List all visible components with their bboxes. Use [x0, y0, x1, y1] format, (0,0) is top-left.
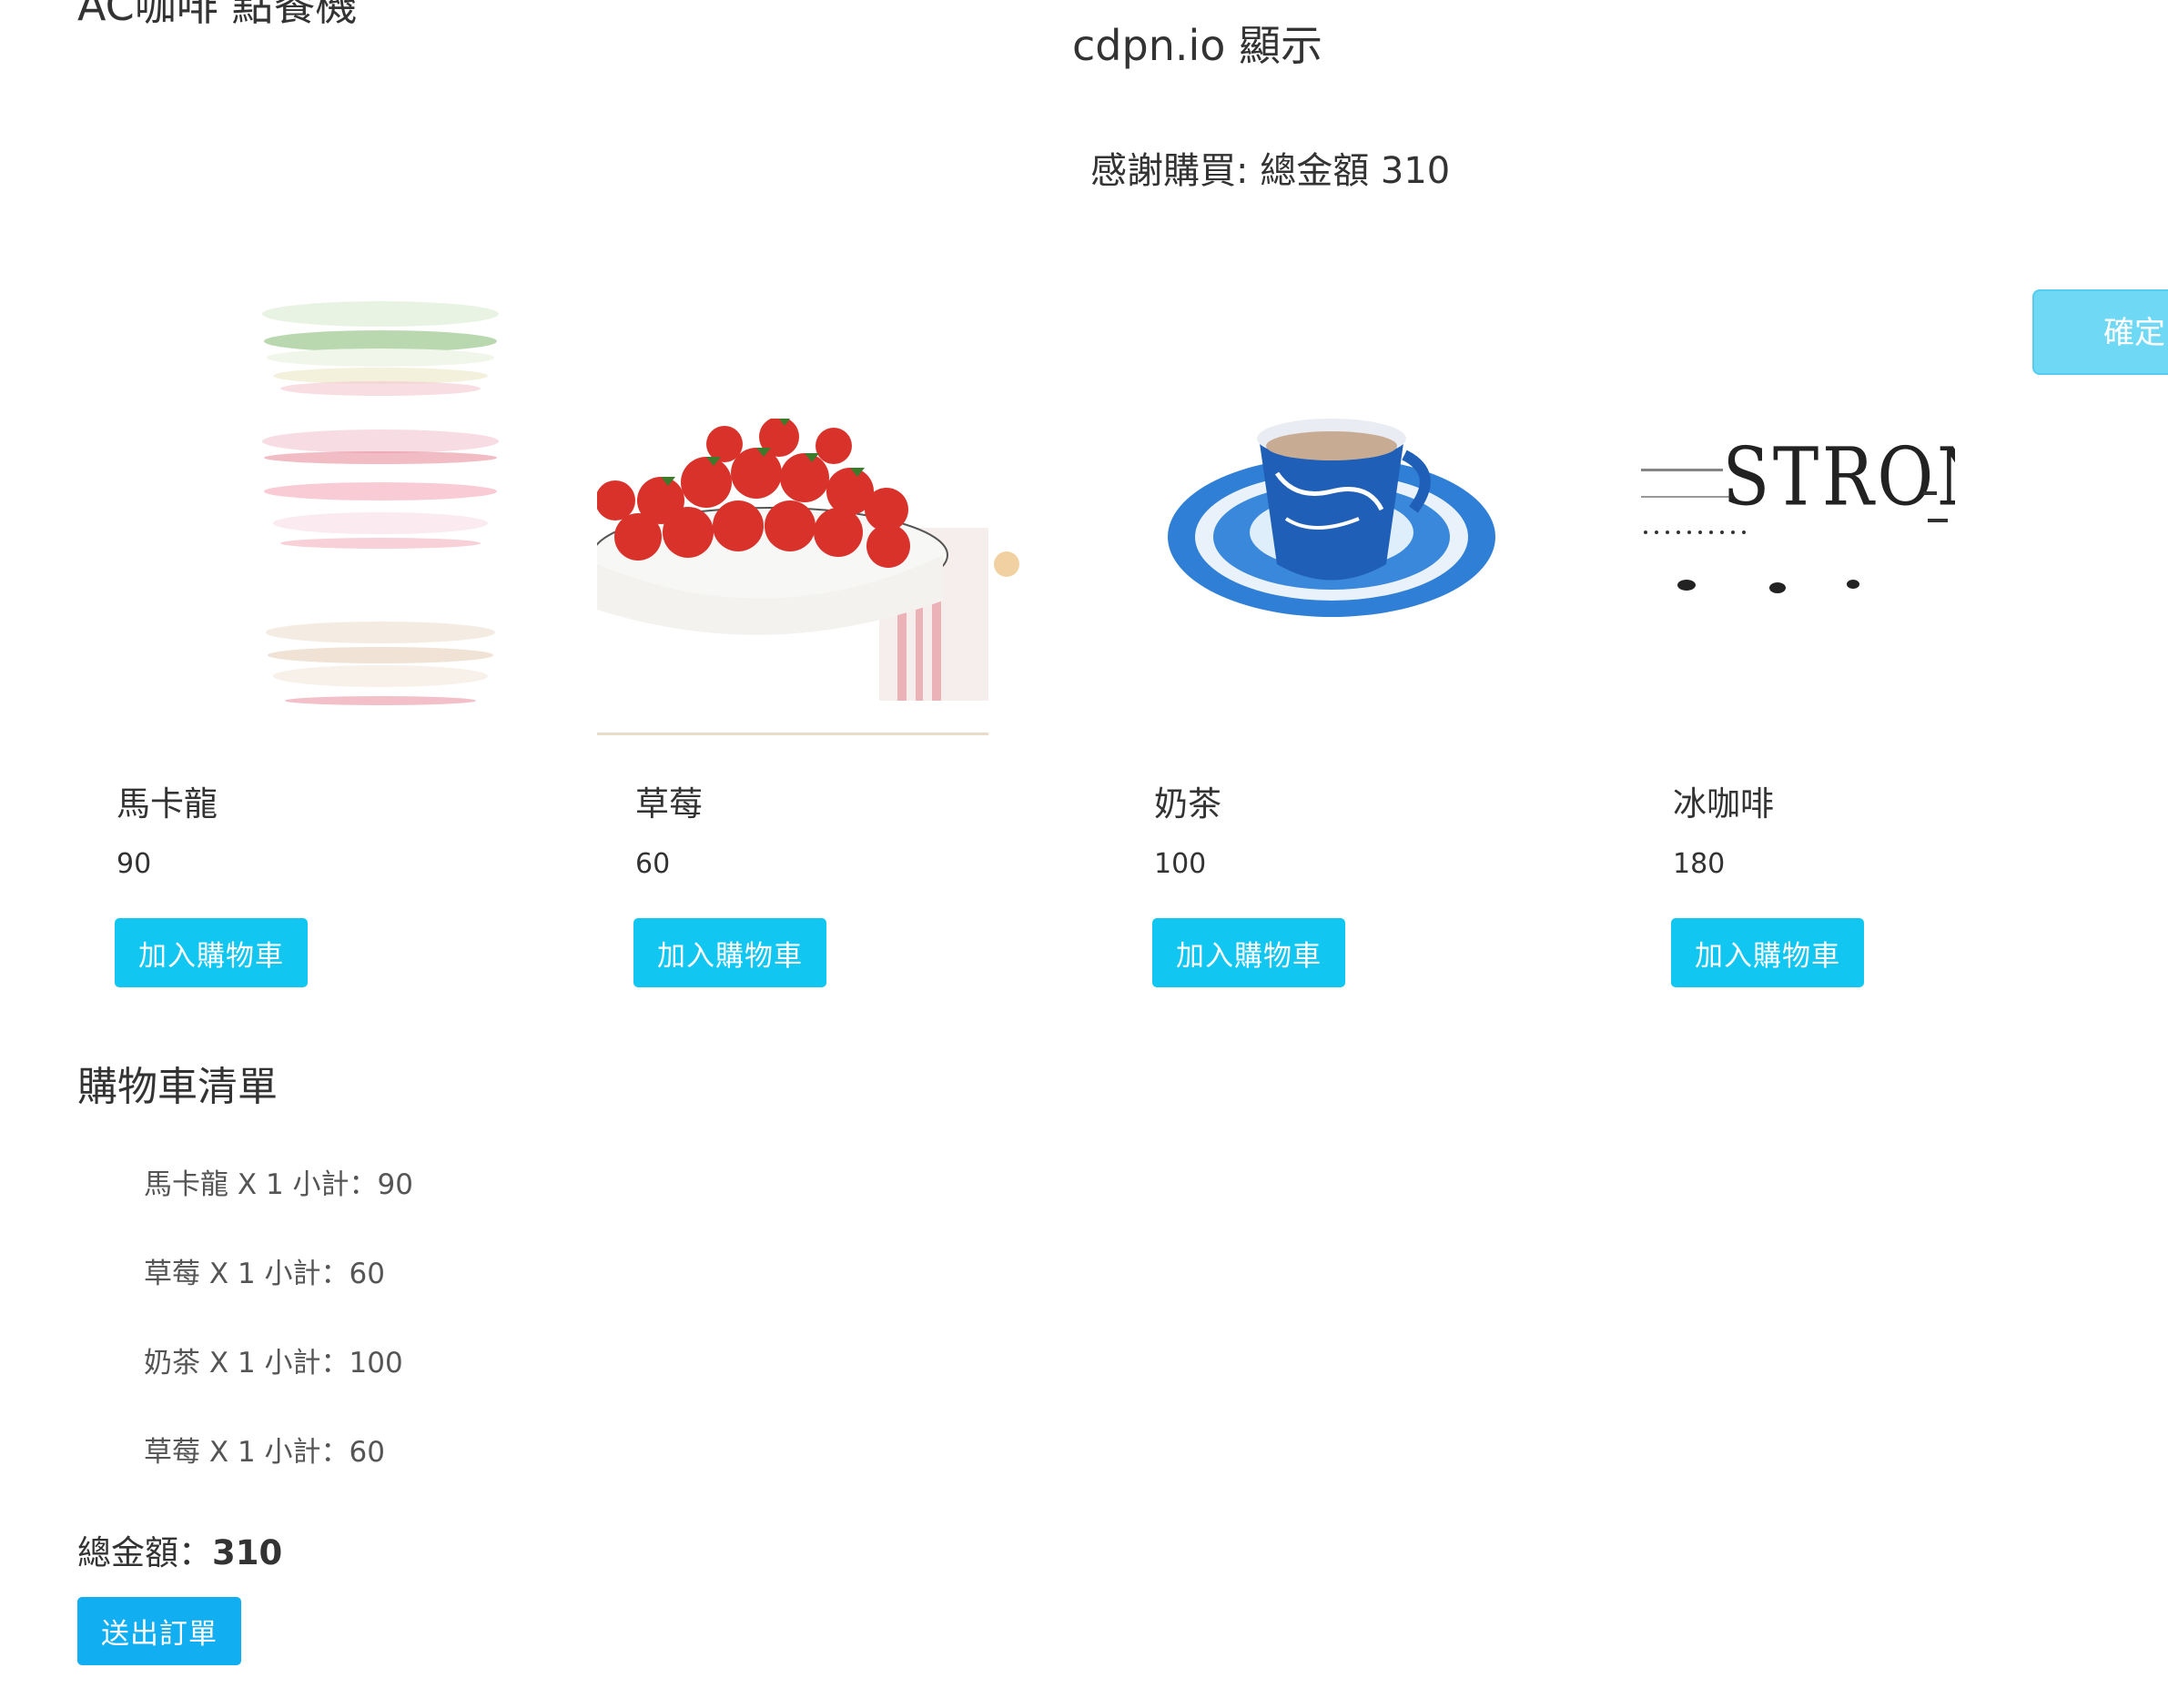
cart-item: 奶茶 X 1 小計：100: [144, 1347, 403, 1380]
add-to-cart-button[interactable]: 加入購物車: [115, 918, 308, 987]
macaron-photo: [189, 287, 572, 719]
submit-order-button[interactable]: 送出訂單: [77, 1597, 241, 1665]
add-to-cart-button[interactable]: 加入購物車: [1152, 918, 1345, 987]
strawberry-photo: [597, 419, 1061, 748]
total-value: 310: [212, 1533, 283, 1572]
app-title: AC咖啡 點餐機: [77, 0, 358, 30]
product-price: 180: [1673, 848, 1726, 880]
alert-message: 感謝購買: 總金額 310: [1090, 150, 1451, 192]
product-price: 60: [635, 848, 671, 880]
cart-total: 總金額：310: [77, 1525, 282, 1574]
product-name: 草莓: [635, 784, 703, 824]
page: AC咖啡 點餐機 cdpn.io 顯示 感謝購買: 總金額 310 確定 馬卡龍…: [0, 0, 2168, 1708]
cart-item: 馬卡龍 X 1 小計：90: [144, 1168, 413, 1201]
alert-ok-button[interactable]: 確定: [2032, 289, 2168, 375]
add-to-cart-button[interactable]: 加入購物車: [633, 918, 826, 987]
product-name: 奶茶: [1154, 784, 1221, 824]
cart-item: 草莓 X 1 小計：60: [144, 1436, 385, 1469]
total-label: 總金額：: [77, 1533, 212, 1572]
product-name: 馬卡龍: [117, 784, 218, 824]
svg-text:STRON: STRON: [1723, 431, 1956, 524]
iced-coffee-photo: STRON: [1636, 419, 1955, 619]
milk-tea-photo: [1068, 419, 1577, 637]
product-name: 冰咖啡: [1673, 784, 1774, 824]
cart-list: 馬卡龍 X 1 小計：90 草莓 X 1 小計：60 奶茶 X 1 小計：100…: [144, 1161, 413, 1518]
cart-title: 購物車清單: [77, 1064, 278, 1110]
alert-origin-title: cdpn.io 顯示: [1072, 21, 1323, 70]
product-price: 100: [1154, 848, 1207, 880]
add-to-cart-button[interactable]: 加入購物車: [1671, 918, 1864, 987]
product-price: 90: [117, 848, 152, 880]
cart-item: 草莓 X 1 小計：60: [144, 1258, 385, 1290]
